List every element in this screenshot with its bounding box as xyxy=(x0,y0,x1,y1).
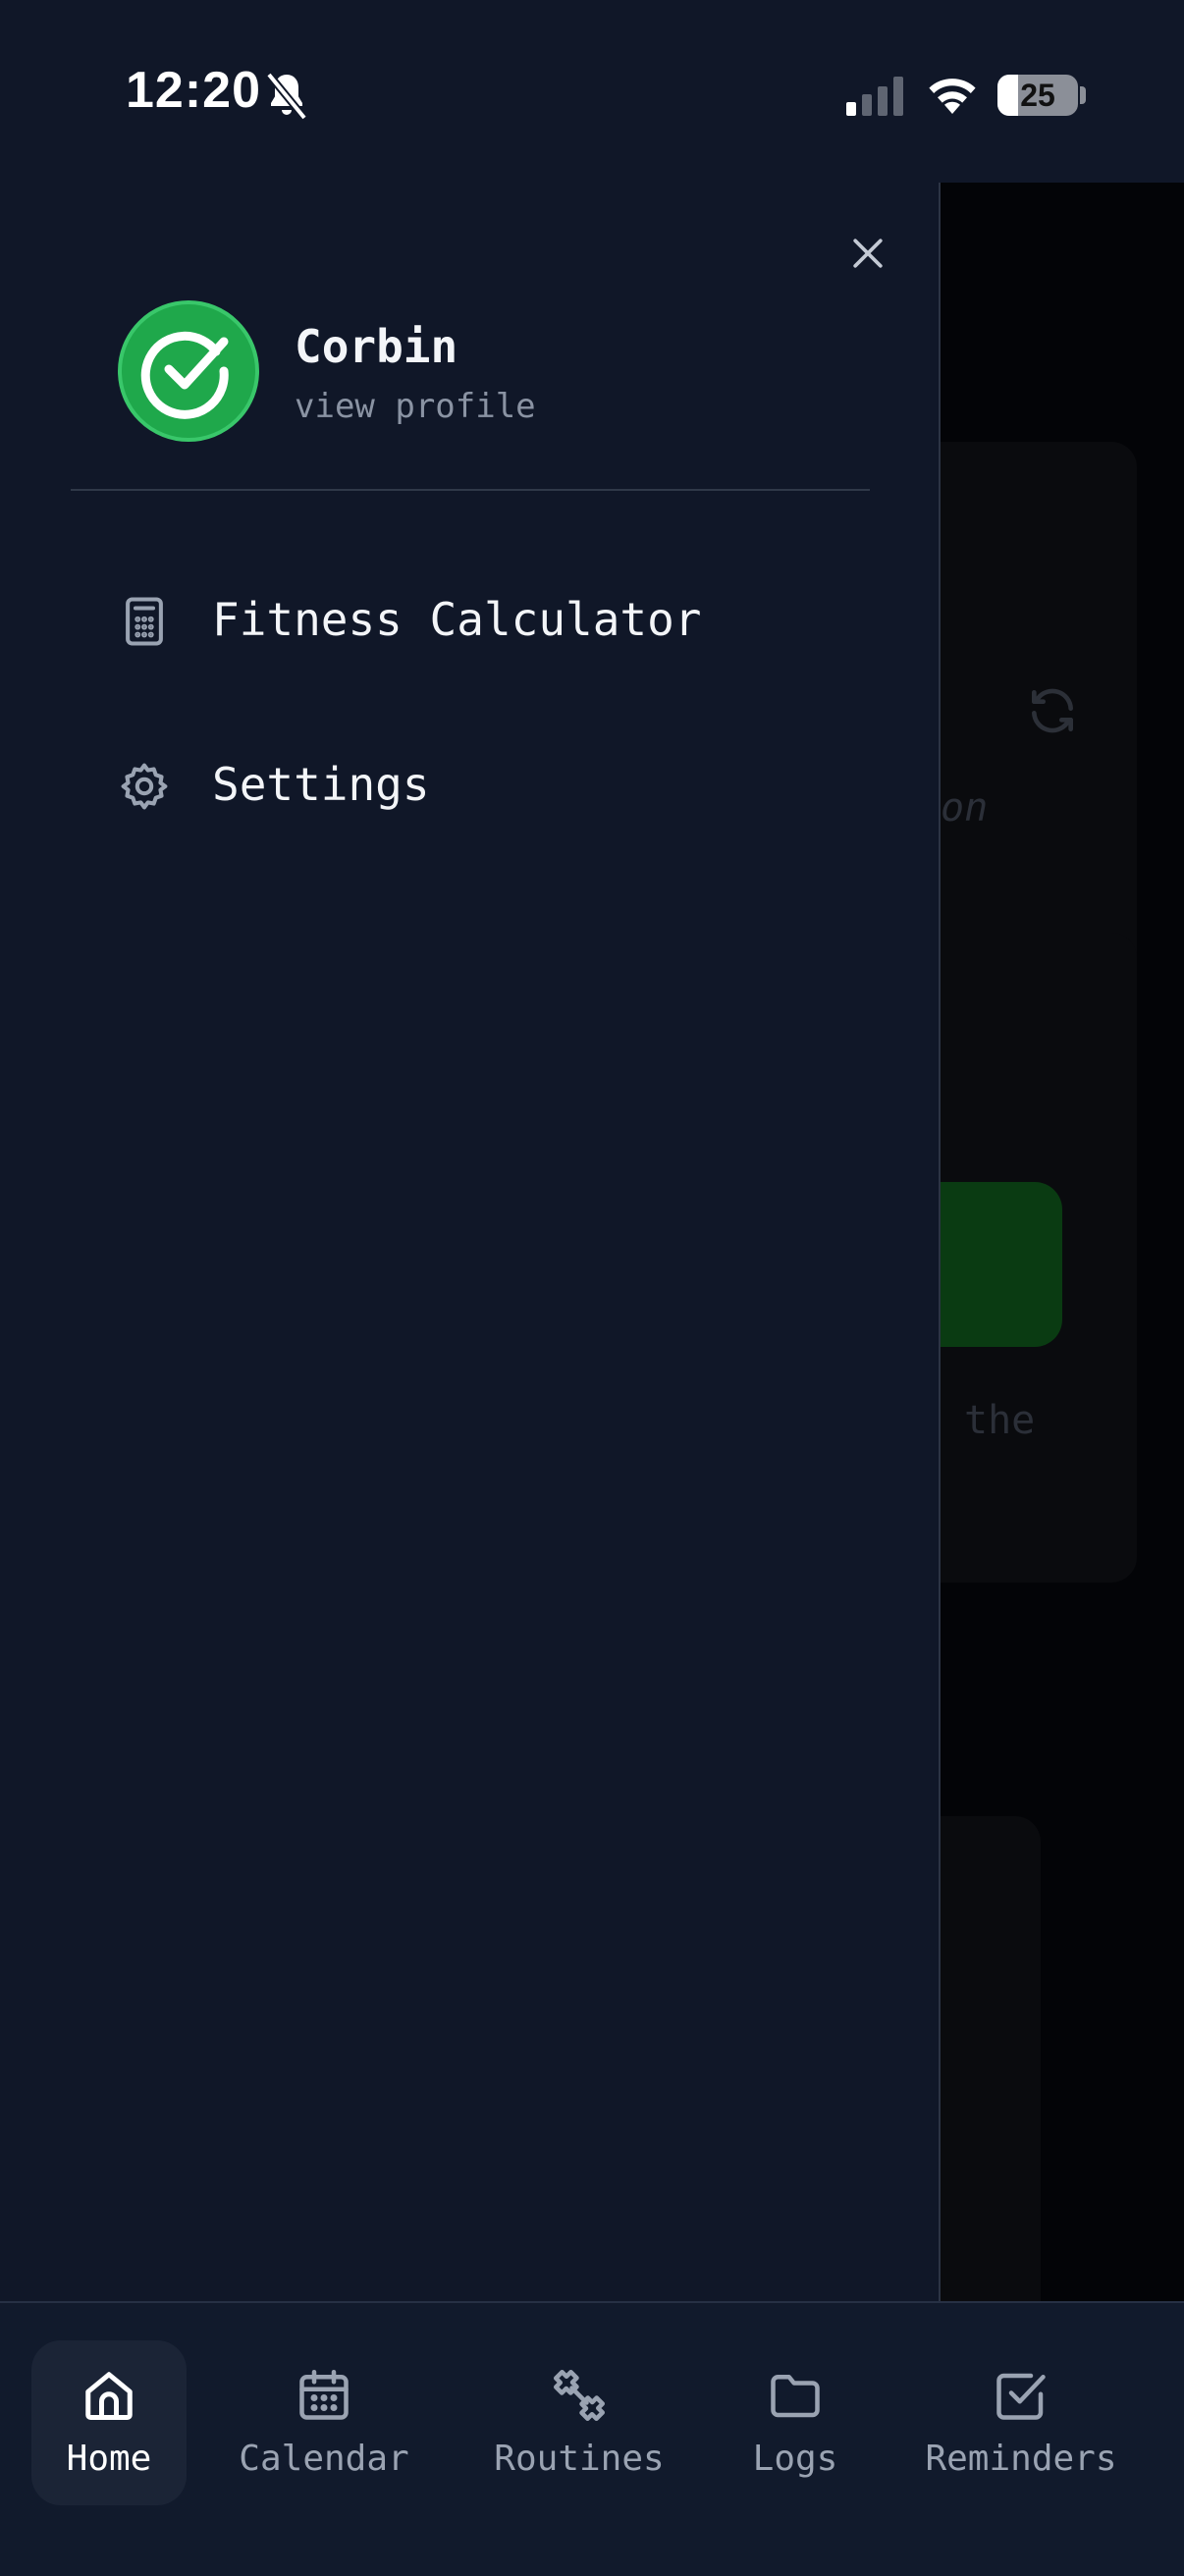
dumbbell-icon xyxy=(554,2370,605,2421)
bottom-navigation: Home Calendar Routines Logs Reminders xyxy=(0,2301,1184,2576)
nav-label: Logs xyxy=(752,2439,838,2479)
close-icon[interactable] xyxy=(846,232,889,275)
folder-icon xyxy=(771,2375,820,2418)
user-name[interactable]: Corbin xyxy=(295,320,457,373)
nav-label: Routines xyxy=(494,2439,665,2479)
status-time: 12:20 xyxy=(126,62,261,119)
avatar[interactable] xyxy=(118,300,259,442)
menu-item-label: Settings xyxy=(212,758,430,811)
wifi-icon xyxy=(929,79,976,114)
background-text: on xyxy=(941,785,989,831)
battery-tip xyxy=(1080,86,1086,104)
menu-item-settings[interactable]: Settings xyxy=(98,732,864,840)
view-profile-link[interactable]: view profile xyxy=(295,387,536,426)
gear-icon xyxy=(121,763,168,810)
refresh-icon xyxy=(1032,688,1073,733)
battery-percent: 25 xyxy=(1020,78,1055,113)
nav-label: Calendar xyxy=(239,2439,409,2479)
nav-label: Reminders xyxy=(925,2439,1117,2479)
divider xyxy=(71,489,870,491)
battery-indicator: 25 xyxy=(997,75,1078,116)
menu-item-label: Fitness Calculator xyxy=(212,593,702,646)
bell-muted-icon xyxy=(265,72,308,121)
nav-tab-home[interactable]: Home xyxy=(31,2340,187,2505)
status-bar: 12:20 25 xyxy=(0,0,1184,183)
calendar-icon xyxy=(299,2370,349,2420)
nav-tab-reminders[interactable]: Reminders xyxy=(913,2340,1129,2505)
home-icon xyxy=(85,2372,133,2420)
menu-item-fitness-calculator[interactable]: Fitness Calculator xyxy=(98,567,864,675)
nav-tab-logs[interactable]: Logs xyxy=(717,2340,874,2505)
side-drawer: Corbin view profile Fitness Calculator S… xyxy=(0,183,941,2301)
background-text: the xyxy=(964,1398,1036,1443)
nav-tab-routines[interactable]: Routines xyxy=(481,2340,677,2505)
nav-label: Home xyxy=(66,2439,152,2479)
checkbox-icon xyxy=(996,2373,1046,2420)
cellular-signal-icon xyxy=(846,77,903,116)
calculator-icon xyxy=(126,597,163,646)
nav-tab-calendar[interactable]: Calendar xyxy=(226,2340,422,2505)
